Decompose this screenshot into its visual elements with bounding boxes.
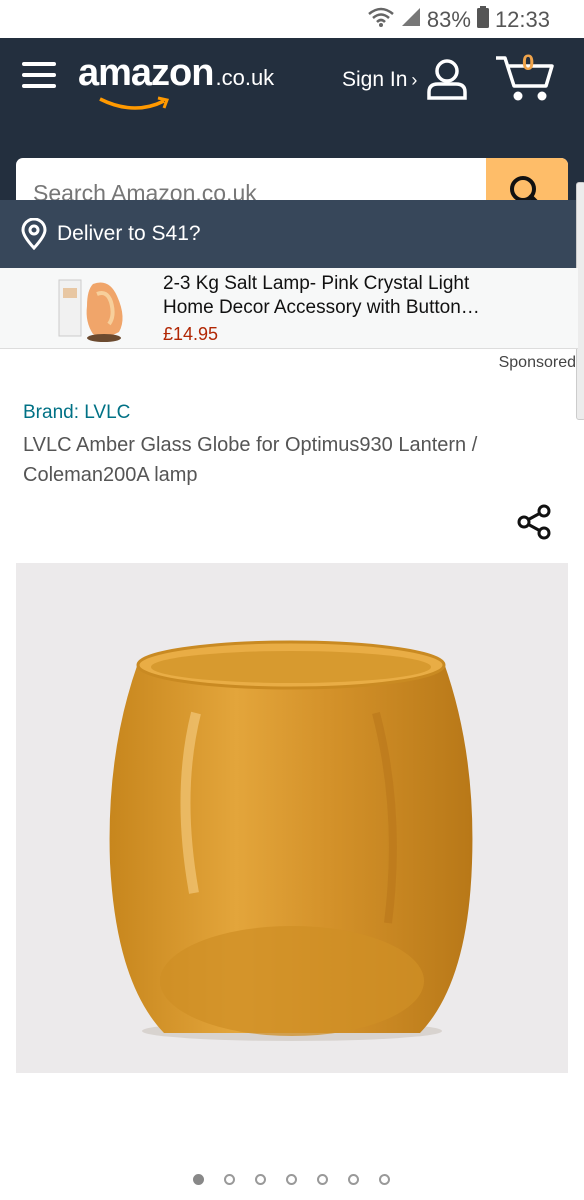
status-bar: 83% 12:33: [0, 0, 584, 38]
chevron-right-icon: ›: [411, 70, 418, 90]
deliver-to-text: Deliver to S41?: [57, 222, 201, 245]
pager-dot[interactable]: [193, 1174, 204, 1185]
product-title: LVLC Amber Glass Globe for Optimus930 La…: [23, 434, 478, 486]
amazon-logo[interactable]: amazon.co.uk: [78, 52, 275, 110]
pager-dot[interactable]: [255, 1174, 266, 1185]
sponsored-product-title: 2-3 Kg Salt Lamp- Pink Crystal Light Hom…: [163, 273, 480, 318]
sponsored-label: Sponsored: [498, 354, 576, 371]
header: amazon.co.uk Sign In › 0: [0, 38, 584, 228]
user-icon[interactable]: [424, 58, 470, 100]
salt-lamp-thumbnail: [58, 279, 123, 342]
clock: 12:33: [494, 7, 550, 32]
pager-dot[interactable]: [348, 1174, 359, 1185]
product-image[interactable]: [16, 563, 568, 1073]
pager-dot[interactable]: [224, 1174, 235, 1185]
cart-count: 0: [522, 50, 535, 75]
sponsored-ad[interactable]: 2-3 Kg Salt Lamp- Pink Crystal Light Hom…: [0, 268, 578, 349]
cart-button[interactable]: 0: [494, 50, 556, 104]
battery-percent: 83%: [426, 7, 471, 32]
logo-text: amazon: [78, 52, 214, 94]
location-pin-icon: [21, 218, 47, 250]
logo-domain: .co.uk: [215, 65, 275, 90]
brand-link[interactable]: Brand: LVLC: [23, 402, 130, 424]
deliver-to-bar[interactable]: Deliver to S41?: [0, 200, 578, 268]
sign-in-link[interactable]: Sign In ›: [342, 68, 417, 92]
share-icon[interactable]: [516, 504, 552, 540]
battery-icon: [476, 6, 489, 34]
sign-in-label: Sign In: [342, 68, 408, 91]
pager-dot[interactable]: [286, 1174, 297, 1185]
pager-dot[interactable]: [317, 1174, 328, 1185]
wifi-icon: [367, 6, 395, 34]
sponsored-product-price: £14.95: [163, 324, 219, 344]
menu-icon[interactable]: [22, 58, 56, 92]
image-pager: [0, 1174, 584, 1190]
signal-icon: [401, 7, 421, 33]
pager-dot[interactable]: [379, 1174, 390, 1185]
logo-smile-icon: [99, 96, 170, 110]
